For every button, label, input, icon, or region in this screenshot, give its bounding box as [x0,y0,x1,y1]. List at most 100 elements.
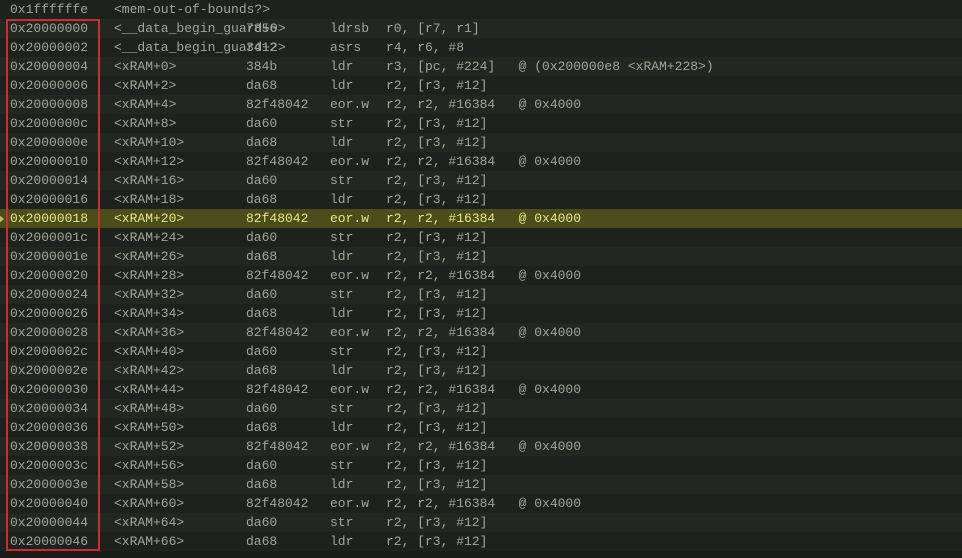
disasm-row[interactable]: 0x20000044<xRAM+64>da60strr2, [r3, #12] [0,513,962,532]
operands-cell: r2, r2, #16384 @ 0x4000 [386,494,581,513]
opcode-cell: da60 [246,399,330,418]
opcode-cell: da68 [246,133,330,152]
opcode-cell: da60 [246,114,330,133]
disasm-row[interactable]: 0x20000030<xRAM+44>82f48042eor.wr2, r2, … [0,380,962,399]
disasm-row[interactable]: 0x1ffffffe<mem-out-of-bounds?> [0,0,962,19]
mnemonic-cell: str [330,228,386,247]
disasm-row[interactable]: 0x2000000c<xRAM+8>da60strr2, [r3, #12] [0,114,962,133]
disasm-row[interactable]: 0x2000002e<xRAM+42>da68ldrr2, [r3, #12] [0,361,962,380]
mnemonic-cell: eor.w [330,95,386,114]
disasm-row[interactable]: 0x2000003c<xRAM+56>da60strr2, [r3, #12] [0,456,962,475]
operands-cell: r2, [r3, #12] [386,76,487,95]
symbol-cell: <xRAM+56> [0,456,246,475]
mnemonic-cell: str [330,114,386,133]
opcode-cell: 82f48042 [246,380,330,399]
pc-arrow-icon [0,209,6,228]
operands-cell: r2, [r3, #12] [386,399,487,418]
opcode-cell: da68 [246,76,330,95]
operands-cell: r2, [r3, #12] [386,133,487,152]
symbol-cell: <xRAM+16> [0,171,246,190]
disasm-row[interactable]: 0x20000034<xRAM+48>da60strr2, [r3, #12] [0,399,962,418]
opcode-cell: 384b [246,57,330,76]
operands-cell: r2, [r3, #12] [386,228,487,247]
disasm-row[interactable]: 0x20000006<xRAM+2>da68ldrr2, [r3, #12] [0,76,962,95]
opcode-cell: da60 [246,228,330,247]
disasm-row[interactable]: 0x2000001c<xRAM+24>da60strr2, [r3, #12] [0,228,962,247]
symbol-cell: <xRAM+50> [0,418,246,437]
opcode-cell: da68 [246,304,330,323]
opcode-cell: da68 [246,190,330,209]
disasm-row[interactable]: 0x20000002<__data_begin_guard+2>3412asrs… [0,38,962,57]
disasm-row[interactable]: 0x20000028<xRAM+36>82f48042eor.wr2, r2, … [0,323,962,342]
disasm-row[interactable]: 0x2000001e<xRAM+26>da68ldrr2, [r3, #12] [0,247,962,266]
opcode-cell: 82f48042 [246,95,330,114]
symbol-cell: <xRAM+66> [0,532,246,551]
mnemonic-cell: ldr [330,418,386,437]
mnemonic-cell: eor.w [330,437,386,456]
symbol-cell: <mem-out-of-bounds?> [0,0,246,19]
symbol-cell: <xRAM+52> [0,437,246,456]
disasm-row[interactable]: 0x20000010<xRAM+12>82f48042eor.wr2, r2, … [0,152,962,171]
disasm-row[interactable]: 0x2000002c<xRAM+40>da60strr2, [r3, #12] [0,342,962,361]
opcode-cell: 82f48042 [246,209,330,228]
disasm-row[interactable]: 0x20000026<xRAM+34>da68ldrr2, [r3, #12] [0,304,962,323]
opcode-cell: da60 [246,342,330,361]
disasm-row[interactable]: 0x20000016<xRAM+18>da68ldrr2, [r3, #12] [0,190,962,209]
operands-cell: r2, [r3, #12] [386,475,487,494]
operands-cell: r2, [r3, #12] [386,171,487,190]
symbol-cell: <xRAM+42> [0,361,246,380]
mnemonic-cell: asrs [330,38,386,57]
symbol-cell: <xRAM+58> [0,475,246,494]
opcode-cell: 7856 [246,19,330,38]
mnemonic-cell: ldr [330,532,386,551]
disasm-row[interactable]: 0x20000004<xRAM+0>384bldrr3, [pc, #224] … [0,57,962,76]
mnemonic-cell: ldr [330,304,386,323]
opcode-cell [246,0,330,19]
mnemonic-cell: eor.w [330,380,386,399]
symbol-cell: <__data_begin_guard+2> [0,38,246,57]
mnemonic-cell: str [330,285,386,304]
opcode-cell: da68 [246,532,330,551]
symbol-cell: <xRAM+28> [0,266,246,285]
operands-cell: r2, [r3, #12] [386,342,487,361]
disasm-row[interactable]: 0x20000000<__data_begin_guard+0>7856ldrs… [0,19,962,38]
opcode-cell: da60 [246,513,330,532]
operands-cell: r2, [r3, #12] [386,361,487,380]
disasm-row[interactable]: 0x20000008<xRAM+4>82f48042eor.wr2, r2, #… [0,95,962,114]
opcode-cell: da68 [246,361,330,380]
symbol-cell: <xRAM+24> [0,228,246,247]
disasm-row[interactable]: 0x20000020<xRAM+28>82f48042eor.wr2, r2, … [0,266,962,285]
disasm-row[interactable]: 0x20000038<xRAM+52>82f48042eor.wr2, r2, … [0,437,962,456]
opcode-cell: da68 [246,475,330,494]
operands-cell: r2, [r3, #12] [386,513,487,532]
disasm-row[interactable]: 0x2000003e<xRAM+58>da68ldrr2, [r3, #12] [0,475,962,494]
symbol-cell: <xRAM+10> [0,133,246,152]
symbol-cell: <xRAM+36> [0,323,246,342]
mnemonic-cell: ldr [330,76,386,95]
mnemonic-cell: str [330,171,386,190]
symbol-cell: <xRAM+32> [0,285,246,304]
opcode-cell: 82f48042 [246,323,330,342]
disasm-row[interactable]: 0x20000040<xRAM+60>82f48042eor.wr2, r2, … [0,494,962,513]
operands-cell: r2, [r3, #12] [386,114,487,133]
disasm-row[interactable]: 0x20000024<xRAM+32>da60strr2, [r3, #12] [0,285,962,304]
symbol-cell: <xRAM+34> [0,304,246,323]
opcode-cell: da60 [246,171,330,190]
operands-cell: r2, [r3, #12] [386,304,487,323]
symbol-cell: <xRAM+8> [0,114,246,133]
symbol-cell: <xRAM+0> [0,57,246,76]
symbol-cell: <xRAM+64> [0,513,246,532]
disasm-row[interactable]: 0x2000000e<xRAM+10>da68ldrr2, [r3, #12] [0,133,962,152]
operands-cell: r2, r2, #16384 @ 0x4000 [386,380,581,399]
operands-cell: r2, [r3, #12] [386,456,487,475]
disassembly-view[interactable]: 0x1ffffffe<mem-out-of-bounds?>0x20000000… [0,0,962,551]
opcode-cell: da68 [246,418,330,437]
disasm-row[interactable]: 0x20000014<xRAM+16>da60strr2, [r3, #12] [0,171,962,190]
symbol-cell: <__data_begin_guard+0> [0,19,246,38]
operands-cell: r2, [r3, #12] [386,285,487,304]
disasm-row[interactable]: 0x20000018<xRAM+20>82f48042eor.wr2, r2, … [0,209,962,228]
disasm-row[interactable]: 0x20000036<xRAM+50>da68ldrr2, [r3, #12] [0,418,962,437]
symbol-cell: <xRAM+26> [0,247,246,266]
disasm-row[interactable]: 0x20000046<xRAM+66>da68ldrr2, [r3, #12] [0,532,962,551]
operands-cell: r4, r6, #8 [386,38,464,57]
